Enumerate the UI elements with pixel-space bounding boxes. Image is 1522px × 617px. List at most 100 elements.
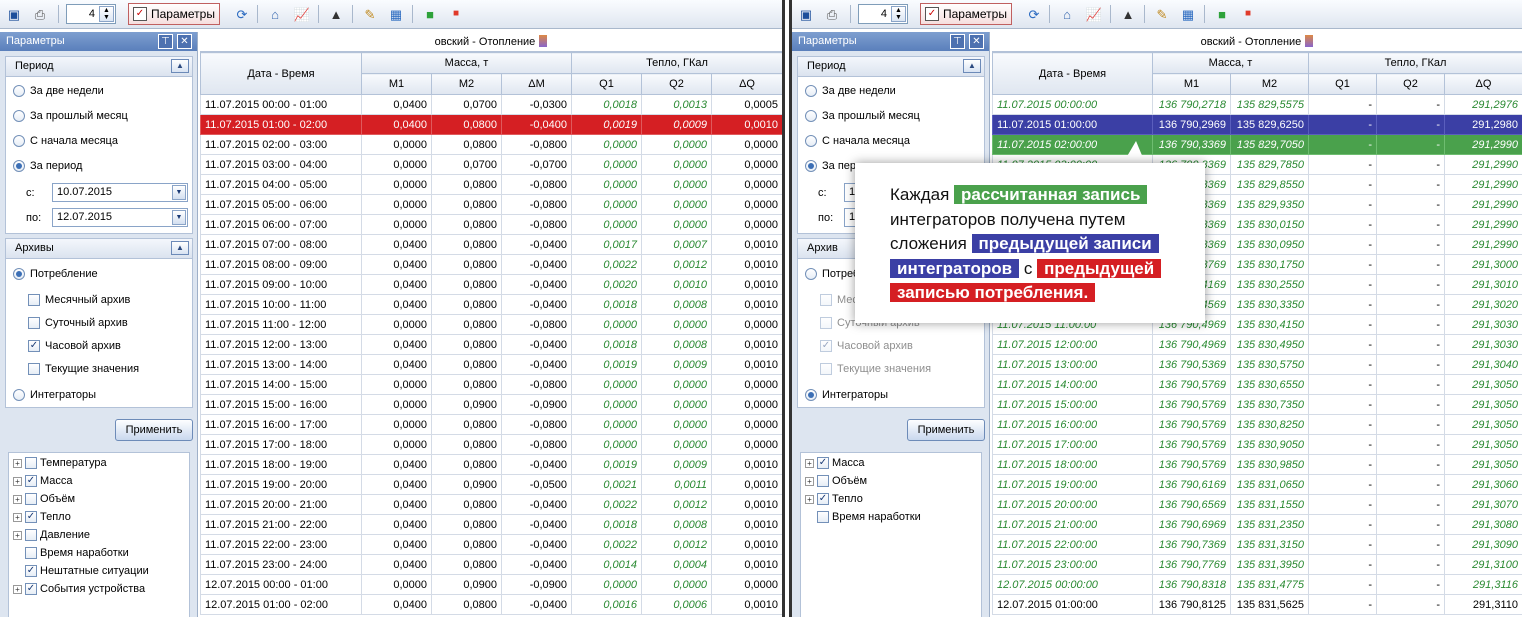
tree-node[interactable]: + ✓ Масса — [13, 475, 73, 487]
col-dm[interactable]: ΔM — [500, 73, 573, 95]
chart-icon[interactable]: 📈 — [1084, 4, 1104, 24]
table-row[interactable]: 11.07.2015 02:00 - 03:00 0,0000 0,0800 -0,0… — [200, 134, 782, 155]
archive-current[interactable]: Текущие значения — [28, 363, 139, 375]
table-row[interactable]: 11.07.2015 18:00:00 136 790,5769 135 830,9… — [992, 454, 1522, 475]
archive-consumption[interactable]: Потребление — [13, 268, 98, 280]
table-row[interactable]: 11.07.2015 12:00:00 136 790,4969 135 830,4… — [992, 334, 1522, 355]
table-row[interactable]: 11.07.2015 19:00 - 20:00 0,0400 0,0900 -0,0… — [200, 474, 782, 495]
table-row[interactable]: 11.07.2015 00:00:00 136 790,2718 135 829,5… — [992, 94, 1522, 115]
expand-icon[interactable]: + — [13, 584, 22, 594]
apply-button[interactable]: Применить — [907, 419, 985, 441]
fill-icon[interactable]: ▲ — [1118, 4, 1138, 24]
home-icon[interactable]: ⌂ — [1057, 4, 1077, 24]
save-icon[interactable]: ▣ — [4, 4, 24, 24]
checkbox[interactable]: ✓ — [25, 565, 37, 577]
page-spinner[interactable]: 4 ▲ ▼ — [858, 4, 908, 24]
refresh-icon[interactable]: ⟳ — [1024, 4, 1044, 24]
period-custom[interactable]: За пери — [805, 160, 862, 172]
table-row[interactable]: 11.07.2015 03:00 - 04:00 0,0000 0,0700 -0,0… — [200, 154, 782, 175]
expand-icon[interactable]: + — [13, 530, 22, 540]
period-month-start[interactable]: С начала месяца — [13, 135, 118, 147]
archive-hourly[interactable]: ✓ Часовой архив — [820, 340, 913, 352]
table-row[interactable]: 11.07.2015 01:00:00 136 790,2969 135 829,6… — [992, 114, 1522, 135]
col-m1[interactable]: M1 — [1152, 73, 1231, 95]
close-icon[interactable]: ✕ — [177, 34, 192, 49]
close-icon[interactable]: ✕ — [969, 34, 984, 49]
start-icon[interactable]: ■ — [420, 4, 440, 24]
archive-monthly[interactable]: Месячный архив — [28, 294, 130, 306]
col-q1[interactable]: Q1 — [1308, 73, 1377, 95]
checkbox[interactable]: ✓ — [25, 475, 37, 487]
expand-icon[interactable]: + — [805, 476, 814, 486]
table-row[interactable]: 11.07.2015 22:00 - 23:00 0,0400 0,0800 -0,0… — [200, 534, 782, 555]
params-toggle-button[interactable]: ✓ Параметры — [920, 3, 1012, 25]
col-dq[interactable]: ΔQ — [1444, 73, 1522, 95]
collapse-icon[interactable]: ▲ — [171, 241, 189, 255]
table-row[interactable]: 12.07.2015 00:00 - 01:00 0,0000 0,0900 -0,0… — [200, 574, 782, 595]
date-from-field[interactable]: 10.07.2015 ▼ — [52, 183, 188, 202]
period-two-weeks[interactable]: За две недели — [805, 85, 896, 97]
table-row[interactable]: 11.07.2015 14:00 - 15:00 0,0000 0,0800 -0,0… — [200, 374, 782, 395]
stop-icon[interactable]: ■ — [1238, 4, 1258, 24]
start-icon[interactable]: ■ — [1212, 4, 1232, 24]
table-row[interactable]: 11.07.2015 21:00:00 136 790,6969 135 831,2… — [992, 514, 1522, 535]
checkbox[interactable] — [25, 547, 37, 559]
expand-icon[interactable]: + — [13, 458, 22, 468]
archive-current[interactable]: Текущие значения — [820, 363, 931, 375]
tree-node[interactable]: + ✓ Тепло — [13, 511, 71, 523]
chevron-down-icon[interactable]: ▼ — [172, 185, 186, 200]
col-q2[interactable]: Q2 — [641, 73, 713, 95]
period-last-month[interactable]: За прошлый месяц — [805, 110, 920, 122]
table-row[interactable]: 11.07.2015 08:00 - 09:00 0,0400 0,0800 -0,0… — [200, 254, 782, 275]
edit-icon[interactable]: ✎ — [1152, 4, 1172, 24]
table-row[interactable]: 11.07.2015 20:00:00 136 790,6569 135 831,1… — [992, 494, 1522, 515]
archive-integrators[interactable]: Интеграторы — [805, 389, 888, 401]
params-toggle-button[interactable]: ✓ Параметры — [128, 3, 220, 25]
table-row[interactable]: 11.07.2015 04:00 - 05:00 0,0000 0,0800 -0,0… — [200, 174, 782, 195]
expand-icon[interactable]: + — [13, 476, 22, 486]
checkbox[interactable]: ✓ — [25, 511, 37, 523]
tree-node[interactable]: ✓ Нештатные ситуации — [13, 565, 149, 577]
table-row[interactable]: 11.07.2015 14:00:00 136 790,5769 135 830,6… — [992, 374, 1522, 395]
chevron-down-icon[interactable]: ▼ — [172, 210, 186, 225]
col-datetime[interactable]: Дата - Время — [992, 52, 1153, 95]
table-row[interactable]: 11.07.2015 10:00 - 11:00 0,0400 0,0800 -0,0… — [200, 294, 782, 315]
table-row[interactable]: 11.07.2015 16:00 - 17:00 0,0000 0,0800 -0,0… — [200, 414, 782, 435]
tree-node[interactable]: + Объём — [805, 475, 867, 487]
table-row[interactable]: 11.07.2015 01:00 - 02:00 0,0400 0,0800 -0,0… — [200, 114, 782, 135]
table-row[interactable]: 12.07.2015 01:00:00 136 790,8125 135 831,5… — [992, 594, 1522, 615]
table-row[interactable]: 11.07.2015 07:00 - 08:00 0,0400 0,0800 -0,0… — [200, 234, 782, 255]
tree-node[interactable]: + ✓ Тепло — [805, 493, 863, 505]
tree-node[interactable]: + Давление — [13, 529, 90, 541]
table-row[interactable]: 11.07.2015 21:00 - 22:00 0,0400 0,0800 -0,0… — [200, 514, 782, 535]
table-row[interactable]: 12.07.2015 01:00 - 02:00 0,0400 0,0800 -0,0… — [200, 594, 782, 615]
expand-icon[interactable]: + — [805, 458, 814, 468]
tree-node[interactable]: + Объём — [13, 493, 75, 505]
col-q2[interactable]: Q2 — [1376, 73, 1445, 95]
stop-icon[interactable]: ■ — [446, 4, 466, 24]
expand-icon[interactable]: + — [13, 494, 22, 504]
tree-node[interactable]: + ✓ События устройства — [13, 583, 145, 595]
date-to-field[interactable]: 12.07.2015 ▼ — [52, 208, 188, 227]
table-row[interactable]: 11.07.2015 16:00:00 136 790,5769 135 830,8… — [992, 414, 1522, 435]
table-row[interactable]: 11.07.2015 02:00:00 136 790,3369 135 829,7… — [992, 134, 1522, 155]
apply-button[interactable]: Применить — [115, 419, 193, 441]
refresh-icon[interactable]: ⟳ — [232, 4, 252, 24]
period-custom[interactable]: За период — [13, 160, 82, 172]
checkbox[interactable] — [817, 475, 829, 487]
calculator-icon[interactable]: ▦ — [386, 4, 406, 24]
table-row[interactable]: 11.07.2015 00:00 - 01:00 0,0400 0,0700 -0,0… — [200, 94, 782, 115]
table-row[interactable]: 11.07.2015 17:00:00 136 790,5769 135 830,9… — [992, 434, 1522, 455]
table-row[interactable]: 11.07.2015 20:00 - 21:00 0,0400 0,0800 -0,0… — [200, 494, 782, 515]
pin-icon[interactable]: ⊤ — [158, 34, 173, 49]
col-q1[interactable]: Q1 — [571, 73, 643, 95]
table-row[interactable]: 11.07.2015 18:00 - 19:00 0,0400 0,0800 -0,0… — [200, 454, 782, 475]
collapse-icon[interactable]: ▲ — [171, 59, 189, 73]
table-row[interactable]: 11.07.2015 12:00 - 13:00 0,0400 0,0800 -0,0… — [200, 334, 782, 355]
tree-node[interactable]: Время наработки — [13, 547, 129, 559]
table-row[interactable]: 11.07.2015 13:00:00 136 790,5369 135 830,5… — [992, 354, 1522, 375]
tree-node[interactable]: Время наработки — [805, 511, 921, 523]
table-row[interactable]: 11.07.2015 23:00:00 136 790,7769 135 831,3… — [992, 554, 1522, 575]
page-spinner[interactable]: 4 ▲ ▼ — [66, 4, 116, 24]
col-m2[interactable]: M2 — [431, 73, 502, 95]
